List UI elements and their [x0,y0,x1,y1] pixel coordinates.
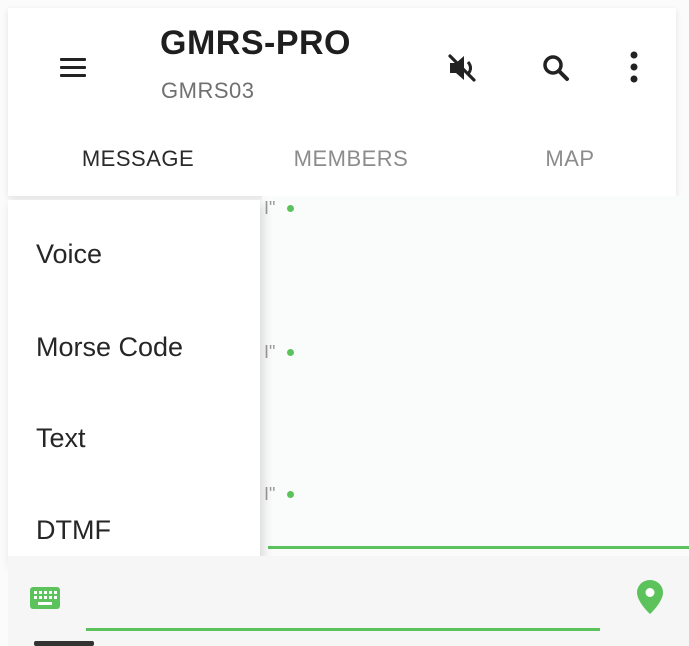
location-pin-icon[interactable] [637,580,663,614]
message-text: I" [264,484,276,504]
divider-line [268,546,689,549]
message-type-menu: Voice Morse Code Text DTMF [8,200,260,562]
message-text: I" [264,342,276,362]
status-dot [287,205,295,212]
status-dot [287,349,295,356]
tab-members[interactable]: MEMBERS [276,146,426,172]
menu-item-text[interactable]: Text [8,402,260,474]
message-item[interactable]: I" [264,342,295,363]
message-list: I" I" I" [262,196,689,549]
bottom-edge-fragment [34,641,94,646]
message-text: I" [264,198,276,218]
message-input[interactable] [86,590,600,631]
menu-icon[interactable] [56,54,90,82]
channel-subtitle: GMRS03 [161,78,255,103]
message-item[interactable]: I" [264,484,295,505]
tab-map[interactable]: MAP [530,146,610,172]
status-dot [287,491,295,498]
menu-item-morse-code[interactable]: Morse Code [8,311,260,383]
menu-item-voice[interactable]: Voice [8,218,260,290]
app-bar: GMRS-PRO GMRS03 MESSAGE MEMBERS MAP [8,8,676,196]
search-icon[interactable] [536,48,576,88]
more-vert-icon[interactable] [622,46,646,90]
app-title: GMRS-PRO [160,24,351,62]
volume-off-icon[interactable] [442,48,482,88]
tab-message[interactable]: MESSAGE [68,146,208,172]
keyboard-icon[interactable] [30,587,60,609]
message-item[interactable]: I" [264,198,295,219]
